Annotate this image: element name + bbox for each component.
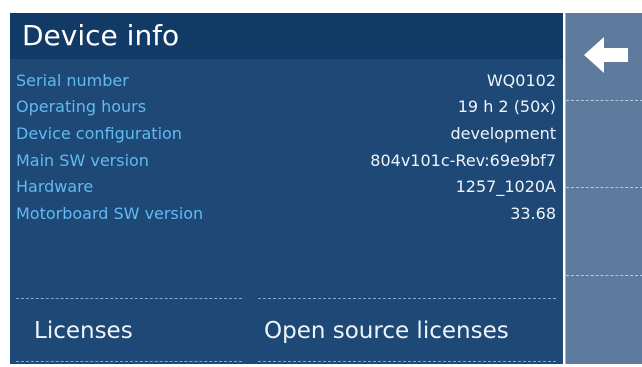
open-source-licenses-button[interactable]: Open source licenses — [258, 298, 556, 362]
back-button[interactable] — [566, 13, 642, 100]
info-label: Hardware — [16, 177, 94, 196]
info-value: WQ0102 — [486, 71, 556, 90]
sidebar-button-4[interactable] — [566, 276, 642, 364]
page-title: Device info — [22, 19, 180, 52]
info-value: 33.68 — [510, 204, 556, 223]
licenses-button-label: Licenses — [34, 318, 133, 344]
arrow-left-icon — [584, 37, 628, 73]
info-label: Serial number — [16, 71, 129, 90]
sidebar-button-2[interactable] — [566, 101, 642, 188]
info-value: 1257_1020A — [455, 177, 556, 196]
info-value: development — [450, 124, 556, 143]
info-label: Device configuration — [16, 124, 182, 143]
info-value: 804v101c-Rev:69e9bf7 — [370, 151, 556, 170]
info-label: Motorboard SW version — [16, 204, 204, 223]
info-row-hardware: Hardware 1257_1020A — [16, 174, 556, 200]
info-row-device-configuration: Device configuration development — [16, 121, 556, 147]
licenses-button[interactable]: Licenses — [16, 298, 242, 362]
info-value: 19 h 2 (50x) — [457, 97, 556, 116]
open-source-licenses-button-label: Open source licenses — [264, 318, 509, 344]
info-row-operating-hours: Operating hours 19 h 2 (50x) — [16, 94, 556, 120]
info-label: Operating hours — [16, 97, 147, 116]
device-info-screen: Device info Serial number WQ0102 Operati… — [0, 0, 642, 367]
sidebar — [565, 13, 642, 364]
main-panel: Device info Serial number WQ0102 Operati… — [10, 13, 563, 364]
sidebar-button-3[interactable] — [566, 188, 642, 275]
info-row-main-sw-version: Main SW version 804v101c-Rev:69e9bf7 — [16, 148, 556, 174]
info-row-motorboard-sw-version: Motorboard SW version 33.68 — [16, 201, 556, 227]
header-bar: Device info — [10, 13, 563, 59]
info-label: Main SW version — [16, 151, 149, 170]
info-row-serial-number: Serial number WQ0102 — [16, 68, 556, 94]
